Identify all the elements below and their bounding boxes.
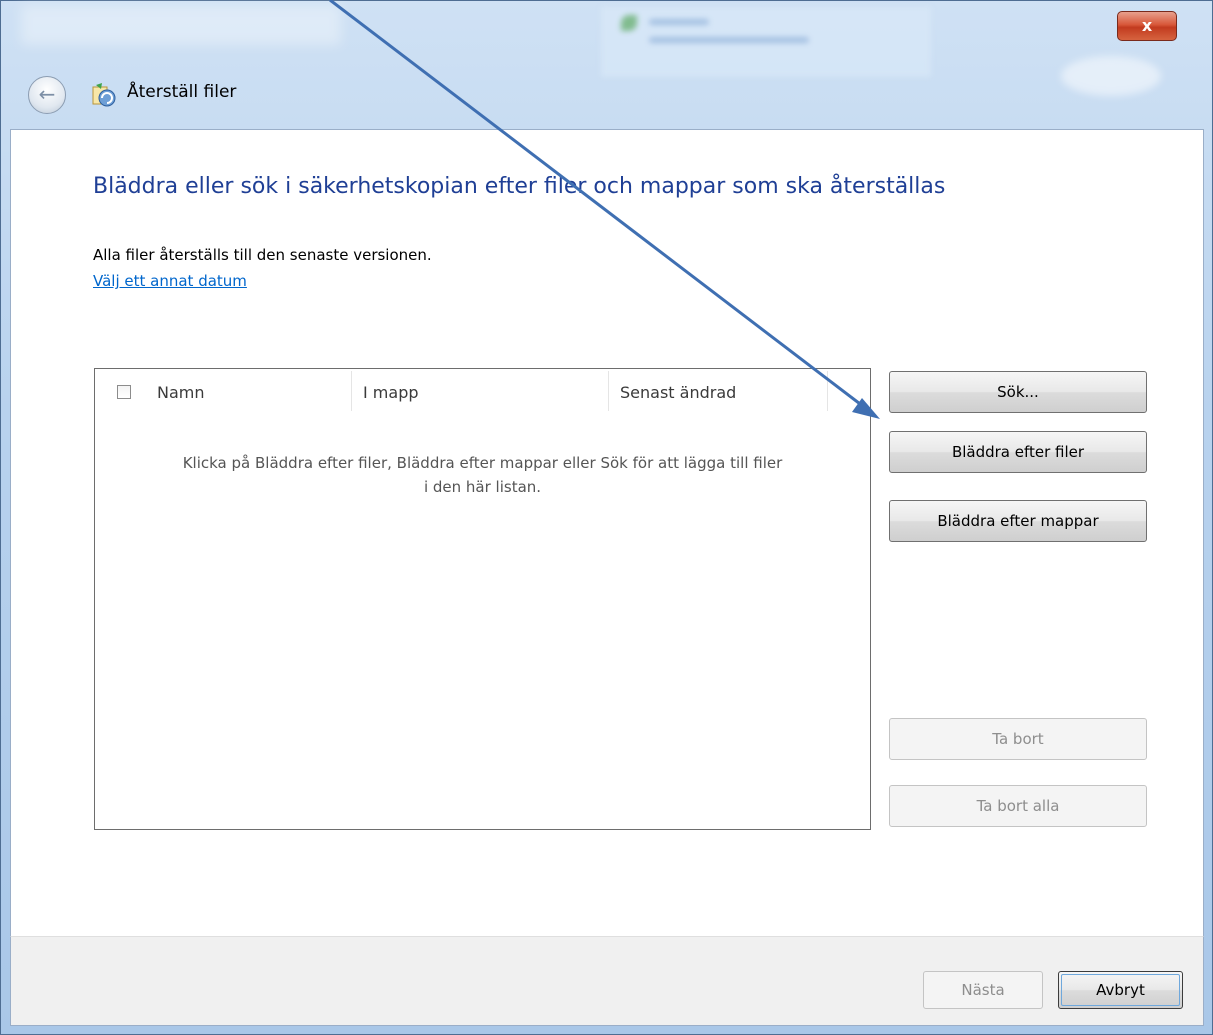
blurred-line <box>649 37 809 43</box>
empty-message-line: Klicka på Bläddra efter filer, Bläddra e… <box>182 454 783 472</box>
close-button[interactable]: x <box>1117 11 1177 41</box>
restore-files-icon <box>92 83 116 107</box>
footer-bar: Nästa Avbryt <box>10 936 1204 1026</box>
select-all-checkbox[interactable] <box>117 385 131 399</box>
file-list[interactable]: Namn I mapp Senast ändrad Klicka på Bläd… <box>94 368 871 830</box>
column-separator[interactable] <box>827 371 828 411</box>
blurred-line <box>649 19 709 25</box>
info-text: Alla filer återställs till den senaste v… <box>93 246 432 264</box>
search-button[interactable]: Sök... <box>889 371 1147 413</box>
content-panel: Bläddra eller sök i säkerhetskopian efte… <box>10 129 1204 936</box>
browse-files-button[interactable]: Bläddra efter filer <box>889 431 1147 473</box>
column-separator[interactable] <box>351 371 352 411</box>
background-blur <box>601 7 931 77</box>
browse-folders-button[interactable]: Bläddra efter mappar <box>889 500 1147 542</box>
empty-message-line: i den här listan. <box>423 478 542 496</box>
column-modified[interactable]: Senast ändrad <box>620 383 736 402</box>
back-button[interactable]: ← <box>28 76 66 114</box>
window-frame: x ← Återställ filer Bläddra eller sök i … <box>0 0 1213 1035</box>
choose-date-link[interactable]: Välj ett annat datum <box>93 272 247 290</box>
column-name[interactable]: Namn <box>157 383 205 402</box>
next-button[interactable]: Nästa <box>923 971 1043 1009</box>
remove-button[interactable]: Ta bort <box>889 718 1147 760</box>
back-arrow-icon: ← <box>38 82 56 106</box>
leaf-icon <box>621 15 637 31</box>
window-title: Återställ filer <box>127 82 237 102</box>
background-blur <box>21 5 341 45</box>
cancel-button[interactable]: Avbryt <box>1058 971 1183 1009</box>
background-blur <box>1061 56 1161 96</box>
column-folder[interactable]: I mapp <box>363 383 419 402</box>
list-header: Namn I mapp Senast ändrad <box>95 369 870 417</box>
remove-all-button[interactable]: Ta bort alla <box>889 785 1147 827</box>
empty-list-message: Klicka på Bläddra efter filer, Bläddra e… <box>95 451 870 499</box>
page-heading: Bläddra eller sök i säkerhetskopian efte… <box>93 174 946 199</box>
close-icon: x <box>1141 16 1153 35</box>
column-separator[interactable] <box>608 371 609 411</box>
